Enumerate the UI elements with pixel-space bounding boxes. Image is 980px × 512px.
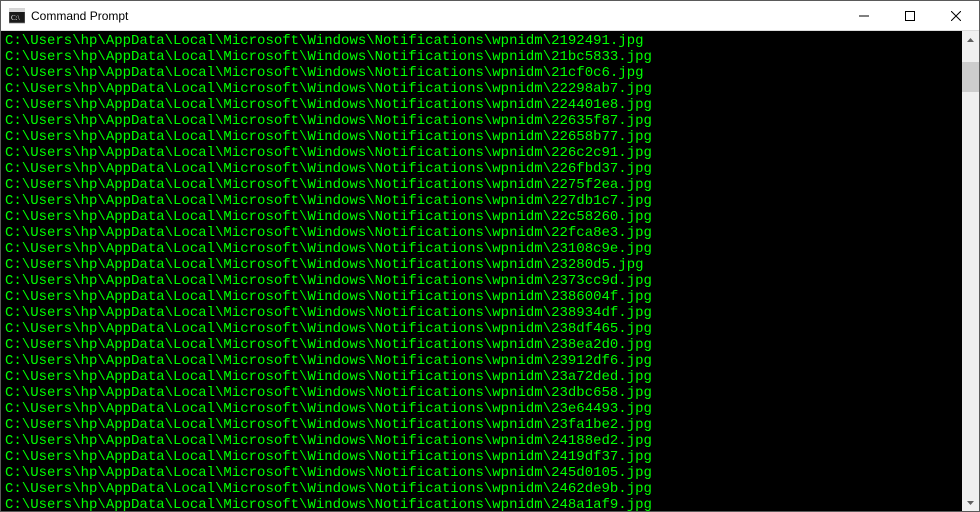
output-line: C:\Users\hp\AppData\Local\Microsoft\Wind… bbox=[5, 241, 958, 257]
cmd-icon: C:\ bbox=[9, 8, 25, 24]
scroll-track[interactable] bbox=[962, 48, 979, 494]
window-controls bbox=[841, 1, 979, 30]
output-line: C:\Users\hp\AppData\Local\Microsoft\Wind… bbox=[5, 385, 958, 401]
output-line: C:\Users\hp\AppData\Local\Microsoft\Wind… bbox=[5, 113, 958, 129]
minimize-button[interactable] bbox=[841, 1, 887, 30]
output-line: C:\Users\hp\AppData\Local\Microsoft\Wind… bbox=[5, 289, 958, 305]
output-line: C:\Users\hp\AppData\Local\Microsoft\Wind… bbox=[5, 49, 958, 65]
vertical-scrollbar[interactable] bbox=[962, 31, 979, 511]
output-line: C:\Users\hp\AppData\Local\Microsoft\Wind… bbox=[5, 321, 958, 337]
output-line: C:\Users\hp\AppData\Local\Microsoft\Wind… bbox=[5, 145, 958, 161]
output-line: C:\Users\hp\AppData\Local\Microsoft\Wind… bbox=[5, 497, 958, 511]
output-line: C:\Users\hp\AppData\Local\Microsoft\Wind… bbox=[5, 417, 958, 433]
output-line: C:\Users\hp\AppData\Local\Microsoft\Wind… bbox=[5, 177, 958, 193]
output-line: C:\Users\hp\AppData\Local\Microsoft\Wind… bbox=[5, 97, 958, 113]
output-line: C:\Users\hp\AppData\Local\Microsoft\Wind… bbox=[5, 305, 958, 321]
output-line: C:\Users\hp\AppData\Local\Microsoft\Wind… bbox=[5, 65, 958, 81]
console-area: C:\Users\hp\AppData\Local\Microsoft\Wind… bbox=[1, 31, 979, 511]
output-line: C:\Users\hp\AppData\Local\Microsoft\Wind… bbox=[5, 273, 958, 289]
scroll-thumb[interactable] bbox=[962, 62, 979, 92]
output-line: C:\Users\hp\AppData\Local\Microsoft\Wind… bbox=[5, 481, 958, 497]
output-line: C:\Users\hp\AppData\Local\Microsoft\Wind… bbox=[5, 449, 958, 465]
output-line: C:\Users\hp\AppData\Local\Microsoft\Wind… bbox=[5, 337, 958, 353]
output-line: C:\Users\hp\AppData\Local\Microsoft\Wind… bbox=[5, 161, 958, 177]
output-line: C:\Users\hp\AppData\Local\Microsoft\Wind… bbox=[5, 465, 958, 481]
output-line: C:\Users\hp\AppData\Local\Microsoft\Wind… bbox=[5, 353, 958, 369]
titlebar[interactable]: C:\ Command Prompt bbox=[1, 1, 979, 31]
close-button[interactable] bbox=[933, 1, 979, 30]
output-line: C:\Users\hp\AppData\Local\Microsoft\Wind… bbox=[5, 433, 958, 449]
output-line: C:\Users\hp\AppData\Local\Microsoft\Wind… bbox=[5, 81, 958, 97]
console-output[interactable]: C:\Users\hp\AppData\Local\Microsoft\Wind… bbox=[1, 31, 962, 511]
window-title: Command Prompt bbox=[31, 9, 841, 23]
output-line: C:\Users\hp\AppData\Local\Microsoft\Wind… bbox=[5, 257, 958, 273]
output-line: C:\Users\hp\AppData\Local\Microsoft\Wind… bbox=[5, 33, 958, 49]
scroll-down-button[interactable] bbox=[962, 494, 979, 511]
output-line: C:\Users\hp\AppData\Local\Microsoft\Wind… bbox=[5, 129, 958, 145]
command-prompt-window: C:\ Command Prompt C:\Users\hp\AppData\L… bbox=[0, 0, 980, 512]
maximize-button[interactable] bbox=[887, 1, 933, 30]
output-line: C:\Users\hp\AppData\Local\Microsoft\Wind… bbox=[5, 225, 958, 241]
svg-text:C:\: C:\ bbox=[11, 14, 20, 22]
output-line: C:\Users\hp\AppData\Local\Microsoft\Wind… bbox=[5, 209, 958, 225]
output-line: C:\Users\hp\AppData\Local\Microsoft\Wind… bbox=[5, 193, 958, 209]
scroll-up-button[interactable] bbox=[962, 31, 979, 48]
output-line: C:\Users\hp\AppData\Local\Microsoft\Wind… bbox=[5, 401, 958, 417]
output-line: C:\Users\hp\AppData\Local\Microsoft\Wind… bbox=[5, 369, 958, 385]
